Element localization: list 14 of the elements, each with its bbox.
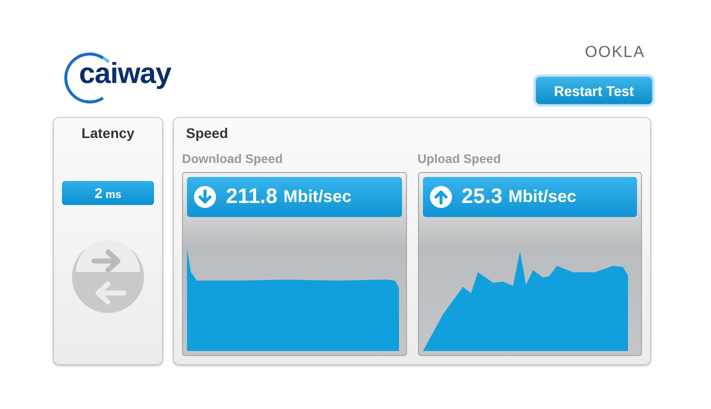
speed-value: 25.3 — [462, 185, 502, 209]
arrows-exchange-icon — [70, 239, 146, 315]
meter-label: Upload Speed — [418, 152, 502, 166]
restart-test-button[interactable]: Restart Test — [535, 76, 653, 105]
ookla-logo: OOKLA — [584, 44, 645, 62]
latency-title: Latency — [82, 125, 134, 141]
caiway-logo: caiway — [63, 44, 172, 108]
latency-unit: ms — [105, 189, 122, 201]
latency-value: 2 — [94, 184, 102, 203]
meter-label: Download Speed — [182, 152, 284, 166]
speed-unit: Mbit/sec — [283, 187, 352, 207]
speed-unit: Mbit/sec — [508, 187, 576, 207]
speed-title: Speed — [186, 125, 230, 141]
speed-value: 211.8 — [226, 185, 278, 209]
